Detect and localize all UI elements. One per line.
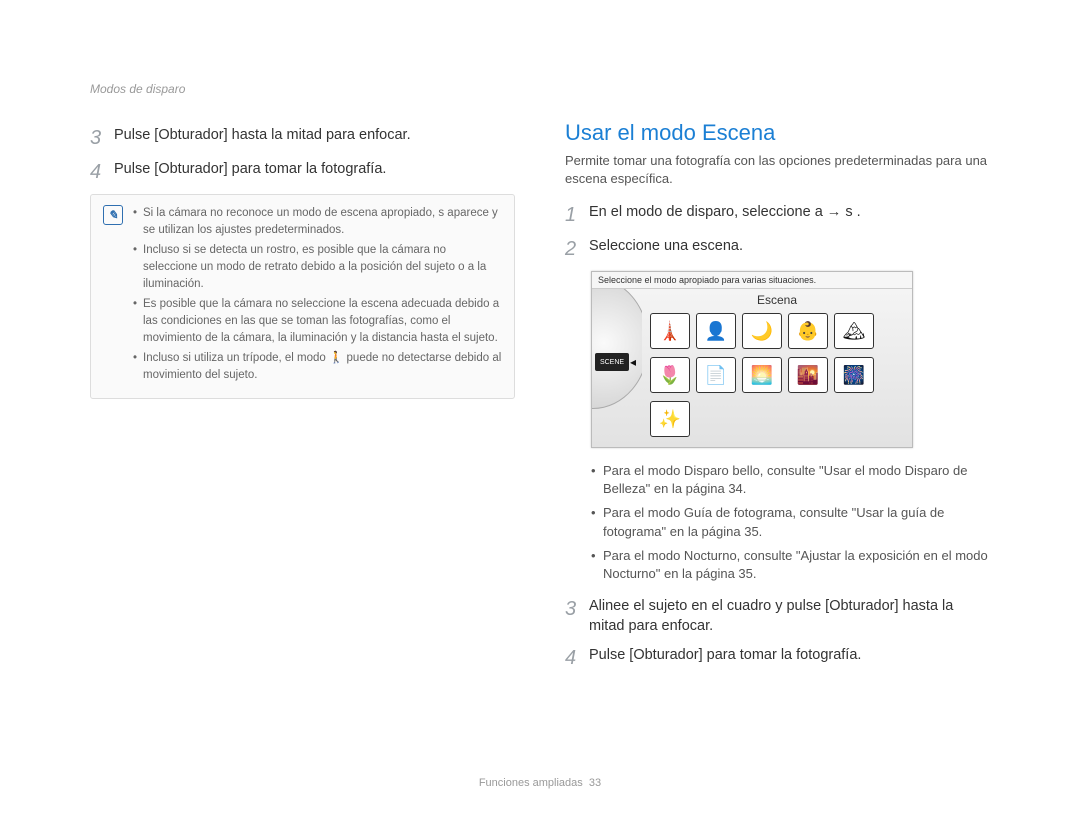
scene-night-icon: 🌙 xyxy=(742,313,782,349)
left-column: 3 Pulse [Obturador] hasta la mitad para … xyxy=(90,80,515,680)
step-3-left: 3 Pulse [Obturador] hasta la mitad para … xyxy=(90,126,515,150)
step-3-right: 3 Alinee el sujeto en el cuadro y pulse … xyxy=(565,597,990,636)
step-number: 3 xyxy=(90,126,114,150)
scene-landscape-icon: 🗼 xyxy=(650,313,690,349)
screen-title: Escena xyxy=(650,293,904,307)
scene-children-icon: 👶 xyxy=(788,313,828,349)
section-intro: Permite tomar una fotografía con las opc… xyxy=(565,152,990,187)
reference-item: Para el modo Nocturno, consulte "Ajustar… xyxy=(591,547,990,583)
screen-main: Escena 🗼 👤 🌙 👶 🏔 🌷 📄 🌅 🌇 🎆 ✨ xyxy=(642,289,912,447)
screen-body: SCENE ◂ Escena 🗼 👤 🌙 👶 🏔 🌷 📄 🌅 🌇 xyxy=(592,289,912,447)
step-text: Pulse [Obturador] para tomar la fotograf… xyxy=(589,646,861,666)
scene-mountain-icon: 🏔 xyxy=(834,313,874,349)
breadcrumb: Modos de disparo xyxy=(90,82,185,96)
reference-item: Para el modo Guía de fotograma, consulte… xyxy=(591,504,990,540)
chevron-left-icon: ◂ xyxy=(630,355,636,369)
scene-badge: SCENE xyxy=(595,353,629,371)
page-body: 3 Pulse [Obturador] hasta la mitad para … xyxy=(0,0,1080,720)
step-number: 4 xyxy=(90,160,114,184)
scene-portrait-icon: 👤 xyxy=(696,313,736,349)
scene-closeup-icon: 🌷 xyxy=(650,357,690,393)
section-title: Usar el modo Escena xyxy=(565,120,990,146)
step-number: 1 xyxy=(565,203,589,227)
camera-screen: Seleccione el modo apropiado para varias… xyxy=(591,271,913,448)
step-4-right: 4 Pulse [Obturador] para tomar la fotogr… xyxy=(565,646,990,670)
screen-hint: Seleccione el modo apropiado para varias… xyxy=(592,272,912,289)
reference-list: Para el modo Disparo bello, consulte "Us… xyxy=(565,462,990,583)
scene-grid: 🗼 👤 🌙 👶 🏔 🌷 📄 🌅 🌇 🎆 ✨ xyxy=(650,313,904,437)
note-item: Incluso si utiliza un trípode, el modo 🚶… xyxy=(133,350,502,383)
step-2-right: 2 Seleccione una escena. xyxy=(565,237,990,261)
note-item: Incluso si se detecta un rostro, es posi… xyxy=(133,242,502,292)
page-footer: Funciones ampliadas 33 xyxy=(0,777,1080,789)
note-box: ✎ Si la cámara no reconoce un modo de es… xyxy=(90,194,515,399)
note-list: Si la cámara no reconoce un modo de esce… xyxy=(133,205,502,388)
scene-dawn-icon: 🌇 xyxy=(788,357,828,393)
reference-item: Para el modo Disparo bello, consulte "Us… xyxy=(591,462,990,498)
footer-section: Funciones ampliadas xyxy=(479,777,583,789)
mode-dial: SCENE ◂ xyxy=(592,289,642,447)
step-text: Alinee el sujeto en el cuadro y pulse [O… xyxy=(589,597,990,636)
scene-backlight-icon: ✨ xyxy=(650,401,690,437)
step-text: Seleccione una escena. xyxy=(589,237,743,257)
scene-fireworks-icon: 🎆 xyxy=(834,357,874,393)
scene-text-icon: 📄 xyxy=(696,357,736,393)
step-4-left: 4 Pulse [Obturador] para tomar la fotogr… xyxy=(90,160,515,184)
step-text: Pulse [Obturador] hasta la mitad para en… xyxy=(114,126,411,146)
step-number: 4 xyxy=(565,646,589,670)
note-item: Es posible que la cámara no seleccione l… xyxy=(133,296,502,346)
footer-page-number: 33 xyxy=(589,777,601,789)
right-column: Usar el modo Escena Permite tomar una fo… xyxy=(565,80,990,680)
note-item: Si la cámara no reconoce un modo de esce… xyxy=(133,205,502,238)
dial-circle xyxy=(592,289,642,409)
step-1-right: 1 En el modo de disparo, seleccione a → … xyxy=(565,203,990,227)
step-number: 3 xyxy=(565,597,589,621)
step-text: En el modo de disparo, seleccione a → s … xyxy=(589,203,861,223)
info-icon: ✎ xyxy=(103,205,123,225)
step-text: Pulse [Obturador] para tomar la fotograf… xyxy=(114,160,386,180)
scene-sunset-icon: 🌅 xyxy=(742,357,782,393)
step-number: 2 xyxy=(565,237,589,261)
